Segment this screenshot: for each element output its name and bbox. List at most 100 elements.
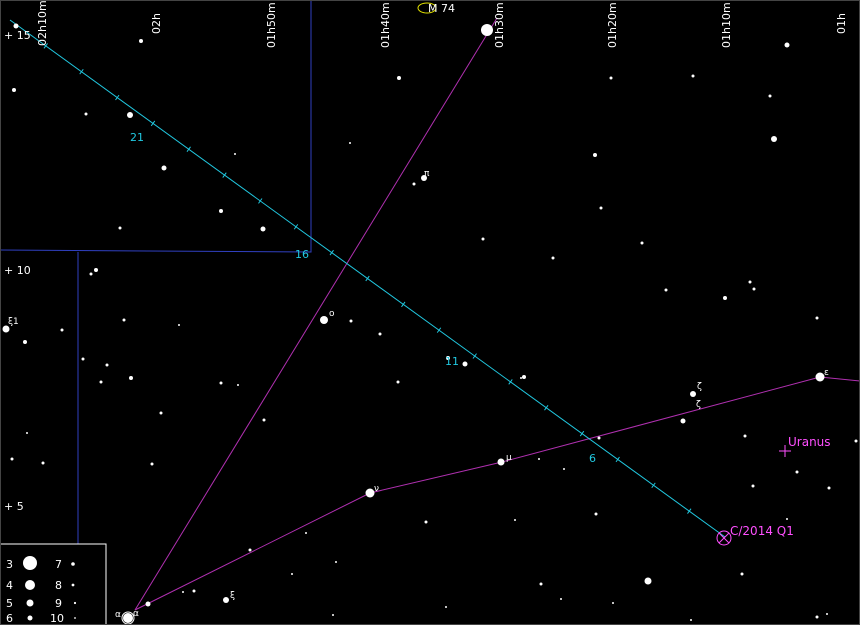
star — [768, 94, 772, 98]
star — [481, 24, 493, 36]
uranus-label: Uranus — [788, 435, 831, 449]
star — [462, 361, 468, 367]
star — [612, 602, 614, 604]
comet-date-label: 6 — [589, 452, 596, 465]
star — [335, 561, 337, 563]
star — [127, 112, 133, 118]
m74-label: M 74 — [428, 2, 455, 15]
star — [751, 484, 755, 488]
star — [594, 512, 598, 516]
star — [743, 434, 747, 438]
legend-mag-label: 10 — [50, 612, 64, 625]
comet-date-label: 16 — [295, 248, 309, 261]
star — [481, 237, 485, 241]
star — [129, 376, 133, 380]
star — [854, 439, 858, 443]
star — [445, 606, 447, 608]
star-label-alpha: α — [115, 610, 121, 620]
star — [412, 182, 416, 186]
star — [690, 619, 692, 621]
star — [89, 272, 93, 276]
star — [690, 391, 696, 397]
star — [41, 461, 45, 465]
star — [644, 577, 652, 585]
dec-label: + 15 — [4, 29, 31, 42]
star — [748, 280, 752, 284]
star — [123, 613, 133, 623]
star — [237, 384, 239, 386]
star — [81, 357, 85, 361]
star — [597, 436, 601, 440]
star — [514, 519, 516, 521]
star — [139, 39, 143, 43]
star — [178, 324, 180, 326]
star — [599, 206, 603, 210]
dec-label: + 10 — [4, 264, 31, 277]
star — [105, 363, 109, 367]
ra-label: 01h — [835, 13, 848, 34]
star — [815, 615, 819, 619]
star — [23, 340, 27, 344]
star — [349, 319, 353, 323]
star — [223, 597, 229, 603]
star — [752, 287, 756, 291]
legend-mag-label: 7 — [55, 558, 62, 571]
star — [827, 486, 831, 490]
legend-mag-label: 3 — [6, 558, 13, 571]
star — [150, 462, 154, 466]
star — [13, 23, 19, 29]
legend-mag-label: 9 — [55, 597, 62, 610]
star — [609, 76, 613, 80]
star-label-zeta: ζ — [697, 382, 702, 392]
star — [159, 411, 163, 415]
star — [26, 432, 28, 434]
star-chart: 02h10m 02h 01h50m 01h40m 01h30m 01h20m 0… — [0, 0, 860, 625]
comet-label: C/2014 Q1 — [730, 524, 794, 538]
star — [161, 165, 167, 171]
star — [520, 377, 522, 379]
star — [771, 136, 777, 142]
comet-date-label: 11 — [445, 355, 459, 368]
star — [815, 316, 819, 320]
star — [248, 548, 252, 552]
star — [291, 573, 293, 575]
ra-label: 01h50m — [265, 2, 278, 48]
star-label-mu: μ — [506, 453, 512, 463]
star — [122, 318, 126, 322]
star — [12, 88, 16, 92]
star-label-omicron: ο — [329, 309, 335, 319]
star — [680, 418, 686, 424]
star-label-nu: ν — [374, 484, 379, 494]
dec-label: + 5 — [4, 500, 24, 513]
star — [723, 296, 727, 300]
star-label-alpha: α — [133, 609, 139, 619]
star — [234, 153, 236, 155]
star — [691, 74, 695, 78]
star — [563, 468, 565, 470]
legend-mag-label: 8 — [55, 579, 62, 592]
star — [551, 256, 555, 260]
legend-mag-label: 6 — [6, 612, 13, 625]
star — [192, 589, 196, 593]
star — [560, 598, 562, 600]
star-label-xi: ξ — [230, 591, 235, 601]
ra-label: 01h20m — [606, 2, 619, 48]
star — [539, 582, 543, 586]
star — [320, 316, 328, 324]
legend-mag-label: 5 — [6, 597, 13, 610]
star-label-xi1: ξ1 — [8, 317, 19, 327]
star — [60, 328, 64, 332]
star — [640, 241, 644, 245]
star — [538, 458, 540, 460]
star — [219, 381, 223, 385]
star — [10, 457, 14, 461]
star — [99, 380, 103, 384]
star — [424, 520, 428, 524]
ra-label: 02h10m — [36, 0, 49, 46]
star — [182, 591, 184, 593]
star — [396, 380, 400, 384]
star — [522, 375, 526, 379]
magnitude-legend: 3 4 5 6 7 8 9 10 — [0, 543, 107, 625]
star-label-epsilon: ε — [824, 368, 829, 378]
star — [786, 518, 788, 520]
